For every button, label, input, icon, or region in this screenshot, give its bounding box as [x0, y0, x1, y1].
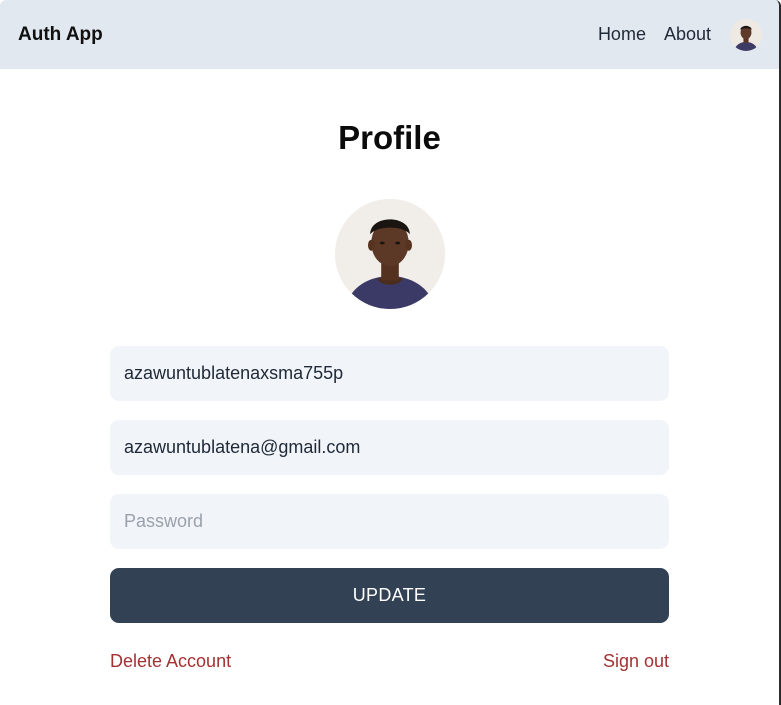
page-title: Profile	[338, 119, 441, 156]
profile-page: Profile UPDATE Delete Account Sign out	[110, 69, 669, 672]
main-nav: Home About	[580, 18, 762, 51]
user-avatar-icon[interactable]	[730, 18, 762, 51]
profile-avatar-icon[interactable]	[334, 199, 445, 309]
brand-logo[interactable]: Auth App	[18, 24, 103, 46]
nav-home-link[interactable]: Home	[598, 24, 646, 45]
update-button[interactable]: UPDATE	[110, 568, 669, 623]
account-actions: Delete Account Sign out	[110, 651, 669, 672]
email-field[interactable]	[110, 420, 669, 475]
top-navbar: Auth App Home About	[0, 0, 779, 69]
nav-about-link[interactable]: About	[664, 24, 711, 45]
password-field[interactable]	[110, 494, 669, 549]
delete-account-link[interactable]: Delete Account	[110, 651, 231, 672]
app-window: Auth App Home About Profile azawuntublat…	[0, 0, 781, 705]
sign-out-link[interactable]: Sign out	[603, 651, 669, 672]
username-field[interactable]	[110, 346, 669, 401]
